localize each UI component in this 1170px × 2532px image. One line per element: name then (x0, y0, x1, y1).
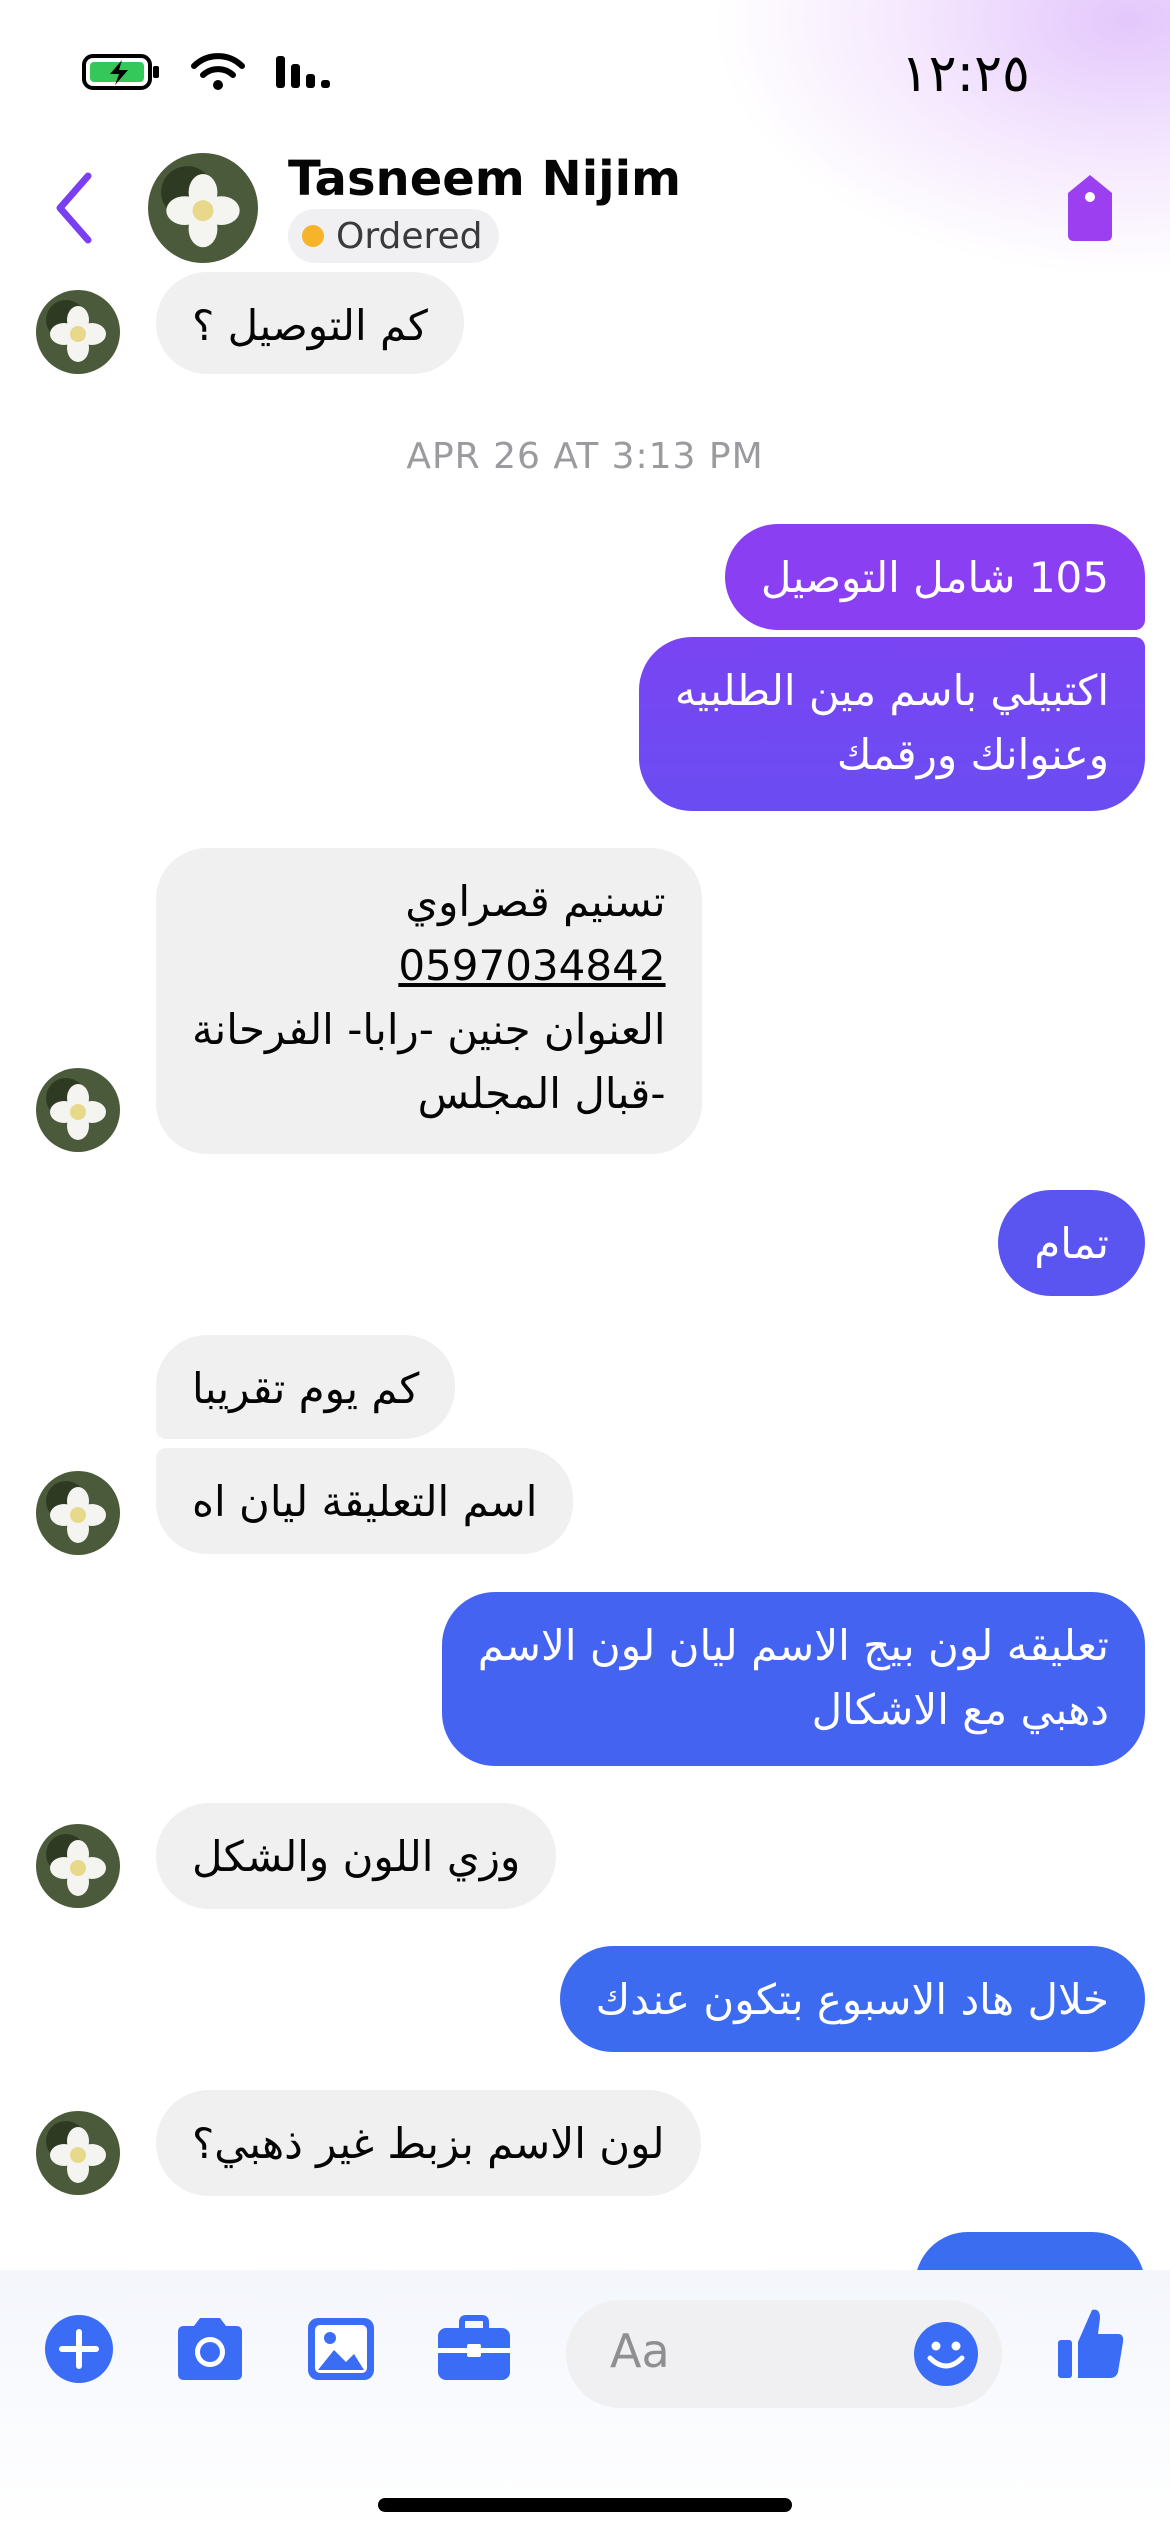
message-incoming[interactable]: كم التوصيل ؟ (156, 272, 464, 374)
message-incoming[interactable]: لون الاسم بزبط غير ذهبي؟ (156, 2090, 701, 2196)
camera-icon[interactable] (172, 2314, 248, 2388)
contact-avatar[interactable] (36, 1068, 120, 1152)
conversation-header: Tasneem Nijim Ordered (0, 145, 1170, 275)
contact-name[interactable]: Tasneem Nijim (288, 151, 681, 207)
thumbs-up-icon[interactable] (1056, 2306, 1126, 2386)
message-outgoing[interactable]: خلال هاد الاسبوع بتكون عندك (559, 1946, 1145, 2052)
message-incoming[interactable]: تسنيم قصراوي 0597034842 العنوان جنين -را… (156, 848, 702, 1154)
message-input-placeholder: Aa (610, 2324, 670, 2378)
status-dot-icon (302, 225, 324, 247)
contact-avatar[interactable] (148, 153, 258, 263)
message-outgoing[interactable]: تمام (998, 1190, 1145, 1296)
order-status-badge[interactable]: Ordered (288, 209, 499, 263)
message-outgoing[interactable]: 105 شامل التوصيل (724, 524, 1145, 630)
phone-number-link[interactable]: 0597034842 (192, 934, 665, 998)
tag-icon[interactable] (1062, 173, 1118, 247)
composer-bar: Aa (0, 2270, 1170, 2532)
contact-avatar[interactable] (36, 290, 120, 374)
message-list[interactable]: كم التوصيل ؟ APR 26 AT 3:13 PM 105 شامل … (0, 0, 1170, 2270)
message-outgoing[interactable]: اكتبيلي باسم مين الطلبيه وعنوانك ورقمك (638, 637, 1145, 811)
back-chevron-icon[interactable] (52, 170, 96, 250)
message-incoming[interactable]: وزي اللون والشكل (156, 1803, 557, 1909)
gallery-icon[interactable] (306, 2314, 376, 2388)
contact-avatar[interactable] (36, 2111, 120, 2195)
message-incoming[interactable]: اسم التعليقة ليان اه (156, 1448, 574, 1554)
emoji-icon[interactable] (912, 2320, 980, 2392)
contact-avatar[interactable] (36, 1824, 120, 1908)
home-indicator (378, 2498, 792, 2512)
message-input[interactable]: Aa (566, 2300, 1002, 2408)
message-timestamp: APR 26 AT 3:13 PM (406, 436, 764, 477)
contact-avatar[interactable] (36, 1471, 120, 1555)
message-outgoing[interactable]: تعليقه لون بيج الاسم ليان لون الاسم دهبي… (441, 1592, 1145, 1766)
message-incoming[interactable]: كم يوم تقريبا (156, 1335, 456, 1439)
briefcase-icon[interactable] (436, 2314, 512, 2388)
plus-icon[interactable] (44, 2314, 114, 2388)
message-outgoing-partial[interactable]: .... (915, 2232, 1145, 2270)
